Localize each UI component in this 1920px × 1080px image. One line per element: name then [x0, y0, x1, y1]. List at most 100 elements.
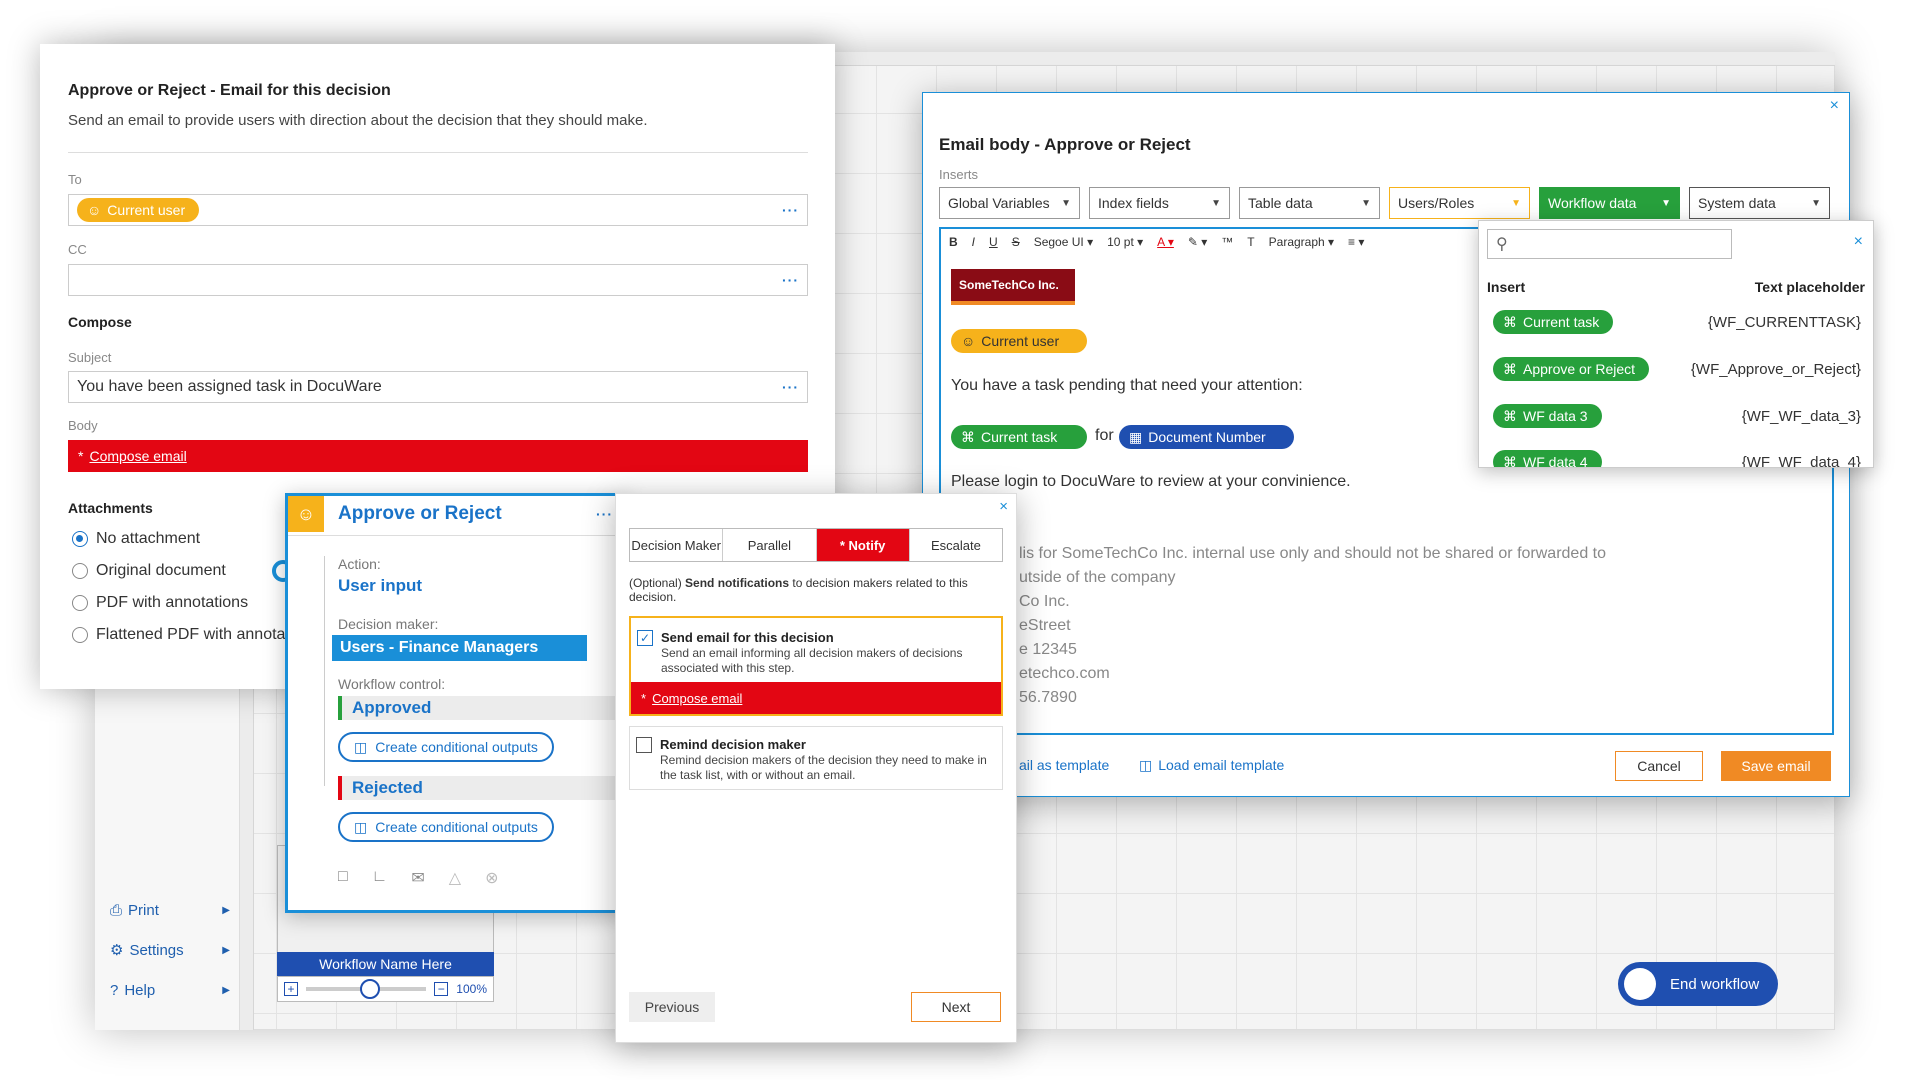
intro-text: (Optional) Send notifications to decisio… [629, 576, 1003, 604]
insert-row[interactable]: ⌘ Approve or Reject {WF_Approve_or_Reject} [1493, 354, 1861, 384]
end-workflow-node[interactable]: End workflow [1618, 962, 1778, 1006]
close-icon[interactable]: × [1830, 97, 1839, 115]
radio-unselected[interactable] [72, 563, 88, 579]
more-options-icon[interactable]: ··· [782, 202, 799, 218]
insert-row-clip: ⌘ WF data 4 {WF_WF_data_4} [1479, 443, 1873, 467]
zoom-slider-handle[interactable] [360, 979, 381, 999]
nav-item-help[interactable]: ? Help ▶ [110, 978, 230, 1002]
action-value[interactable]: User input [338, 576, 422, 596]
attachment-option[interactable]: No attachment [72, 530, 200, 548]
paragraph-select[interactable]: Paragraph ▾ [1269, 235, 1334, 249]
bold-icon[interactable]: B [949, 235, 958, 249]
close-icon[interactable]: × [1854, 233, 1863, 251]
remind-option[interactable]: Remind decision maker Remind decision ma… [629, 726, 1003, 790]
nav-item-print[interactable]: ⎙ Print ▶ [110, 898, 230, 922]
step-navigation: Decision Maker Parallel * Notify Escalat… [629, 528, 1003, 562]
template-icon: ◫ [1139, 757, 1153, 773]
insert-pill[interactable]: ⌘ WF data 4 [1493, 450, 1602, 467]
send-email-checkbox[interactable]: ✓ [637, 630, 653, 646]
create-conditional-outputs-button[interactable]: ◫ Create conditional outputs [338, 732, 554, 762]
compose-email-link[interactable]: Compose email [652, 691, 742, 706]
compose-heading: Compose [68, 314, 132, 330]
highlight-icon[interactable]: ✎ ▾ [1188, 235, 1207, 249]
attachment-option[interactable]: Flattened PDF with annotations [72, 626, 319, 644]
step-decision-maker[interactable]: Decision Maker [630, 529, 724, 561]
create-conditional-outputs-button[interactable]: ◫ Create conditional outputs [338, 812, 554, 842]
document-number-pill[interactable]: ▦ Document Number [1119, 425, 1294, 449]
email-icon[interactable]: ✉ [411, 868, 424, 888]
insert-row[interactable]: ⌘ WF data 4 {WF_WF_data_4} [1493, 447, 1861, 467]
more-options-icon[interactable]: ··· [596, 506, 613, 522]
decision-card[interactable]: ☺ Approve or Reject ··· Action: User inp… [285, 493, 630, 913]
radio-unselected[interactable] [72, 595, 88, 611]
option-title: Remind decision maker [660, 737, 806, 752]
radio-selected[interactable] [72, 531, 88, 547]
attachment-option[interactable]: Original document [72, 562, 226, 580]
dropdown-users-roles[interactable]: Users/Roles ▼ [1389, 187, 1530, 219]
to-field[interactable]: ☺ Current user ··· [68, 194, 808, 226]
compose-email-link[interactable]: Compose email [89, 448, 186, 464]
insert-row[interactable]: ⌘ WF data 3 {WF_WF_data_3} [1493, 401, 1861, 431]
zoom-out-icon[interactable]: − [434, 982, 449, 996]
step-escalate[interactable]: Escalate [909, 529, 1002, 561]
next-button[interactable]: Next [911, 992, 1001, 1022]
strikethrough-icon[interactable]: S [1012, 235, 1020, 249]
more-options-icon[interactable]: ··· [782, 272, 799, 288]
dropdown-global-variables[interactable]: Global Variables ▼ [939, 187, 1080, 219]
insert-pill[interactable]: ⌘ Current task [1493, 310, 1614, 334]
warning-icon[interactable]: △ [449, 868, 461, 888]
zoom-in-icon[interactable]: + [284, 982, 298, 996]
cc-field[interactable]: ··· [68, 264, 808, 296]
decision-maker-value[interactable]: Users - Finance Managers [332, 635, 587, 661]
zoom-slider[interactable] [306, 979, 427, 999]
current-user-pill[interactable]: ☺ Current user [77, 198, 200, 222]
text-size-icon[interactable]: T [1247, 235, 1254, 249]
rejected-output[interactable]: Rejected [338, 776, 627, 800]
footer-line: lis for SomeTechCo Inc. internal use onl… [1019, 545, 1606, 562]
step-parallel[interactable]: Parallel [723, 529, 817, 561]
underline-icon[interactable]: U [989, 235, 998, 249]
save-email-button[interactable]: Save email [1721, 751, 1831, 781]
insert-row[interactable]: ⌘ Current task {WF_CURRENTTASK} [1493, 307, 1861, 337]
current-user-pill[interactable]: ☺ Current user [951, 329, 1087, 353]
font-color-icon[interactable]: A ▾ [1157, 235, 1174, 249]
previous-button[interactable]: Previous [629, 992, 715, 1022]
load-template-link[interactable]: ◫ Load email template [1139, 757, 1284, 774]
close-icon[interactable]: × [999, 498, 1008, 515]
remind-checkbox[interactable] [636, 737, 652, 753]
send-email-option[interactable]: ✓ Send email for this decision Send an e… [629, 616, 1003, 716]
attachment-option[interactable]: PDF with annotations [72, 594, 248, 612]
cancel-button[interactable]: Cancel [1615, 751, 1703, 781]
more-options-icon[interactable]: ··· [782, 379, 799, 395]
current-task-pill[interactable]: ⌘ Current task [951, 425, 1087, 449]
insert-search-input[interactable]: ⚲ [1487, 229, 1732, 259]
font-family-select[interactable]: Segoe UI ▾ [1034, 235, 1093, 249]
save-as-template-link[interactable]: ail as template [1019, 757, 1109, 773]
chevron-right-icon: ▶ [222, 904, 230, 916]
body-required-bar[interactable]: * Compose email [68, 440, 808, 472]
pill-label: Current task [981, 429, 1058, 445]
user-icon: ☺ [87, 202, 102, 218]
dropdown-workflow-data[interactable]: Workflow data ▼ [1539, 187, 1680, 219]
radio-unselected[interactable] [72, 627, 88, 643]
font-family-value: Segoe UI [1033, 235, 1084, 249]
cancel-icon[interactable]: ⊗ [485, 868, 498, 888]
branch-icon: ◫ [354, 738, 368, 755]
compose-required-bar[interactable]: * Compose email [631, 682, 1001, 714]
text-case-icon[interactable]: ™ [1221, 235, 1233, 249]
chart-icon[interactable]: ∟ [372, 868, 388, 888]
approved-output[interactable]: Approved [338, 696, 627, 720]
comment-icon[interactable]: □ [338, 868, 348, 888]
subject-field[interactable]: You have been assigned task in DocuWare ·… [68, 371, 808, 403]
nav-item-label: Settings [129, 941, 184, 959]
dropdown-index-fields[interactable]: Index fields ▼ [1089, 187, 1230, 219]
nav-item-settings[interactable]: ⚙ Settings ▶ [110, 938, 230, 962]
insert-pill[interactable]: ⌘ Approve or Reject [1493, 357, 1650, 381]
align-icon[interactable]: ≡ ▾ [1348, 235, 1364, 249]
font-size-select[interactable]: 10 pt ▾ [1107, 235, 1143, 249]
dropdown-system-data[interactable]: System data ▼ [1689, 187, 1830, 219]
insert-pill[interactable]: ⌘ WF data 3 [1493, 404, 1602, 428]
step-notify[interactable]: * Notify [816, 529, 910, 561]
dropdown-table-data[interactable]: Table data ▼ [1239, 187, 1380, 219]
italic-icon[interactable]: I [972, 235, 975, 249]
